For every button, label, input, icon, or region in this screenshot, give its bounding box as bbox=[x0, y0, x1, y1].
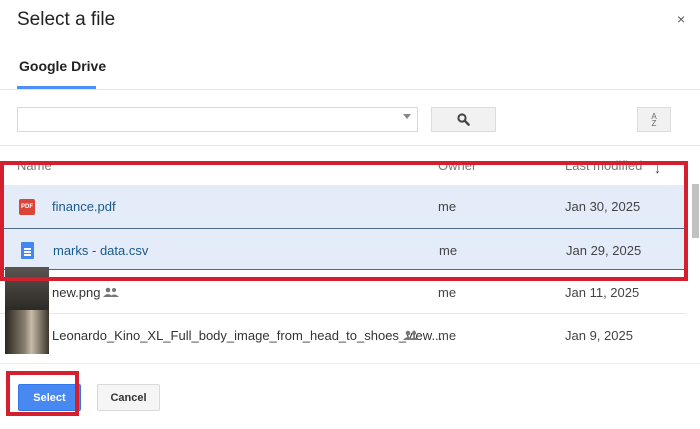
file-owner: me bbox=[438, 328, 457, 343]
chevron-down-icon[interactable] bbox=[403, 114, 411, 119]
highlight-box-select bbox=[6, 371, 79, 416]
file-row[interactable]: Leonardo_Kino_XL_Full_body_image_from_he… bbox=[0, 310, 687, 356]
footer-divider bbox=[0, 363, 700, 364]
search-icon bbox=[457, 113, 470, 126]
file-modified: Jan 11, 2025 bbox=[565, 285, 640, 300]
file-modified: Jan 9, 2025 bbox=[565, 328, 633, 343]
tabs-divider bbox=[0, 89, 700, 90]
sort-az-button[interactable]: A Z bbox=[637, 107, 671, 132]
search-button[interactable] bbox=[431, 107, 496, 132]
highlight-box-rows bbox=[0, 161, 688, 281]
cancel-button[interactable]: Cancel bbox=[97, 384, 160, 411]
scrollbar-thumb[interactable] bbox=[692, 184, 699, 238]
file-name: Leonardo_Kino_XL_Full_body_image_from_he… bbox=[52, 328, 443, 343]
filter-divider bbox=[0, 145, 700, 146]
search-input[interactable] bbox=[17, 107, 418, 132]
tab-google-drive[interactable]: Google Drive bbox=[19, 58, 106, 74]
file-owner: me bbox=[438, 285, 457, 300]
sort-az-icon: A Z bbox=[651, 111, 657, 128]
close-icon[interactable]: × bbox=[677, 11, 685, 27]
file-name: new.png bbox=[52, 285, 101, 300]
dialog-title: Select a file bbox=[17, 9, 116, 30]
shared-people-icon bbox=[403, 330, 419, 340]
image-thumbnail bbox=[5, 310, 49, 354]
shared-people-icon bbox=[103, 287, 119, 297]
